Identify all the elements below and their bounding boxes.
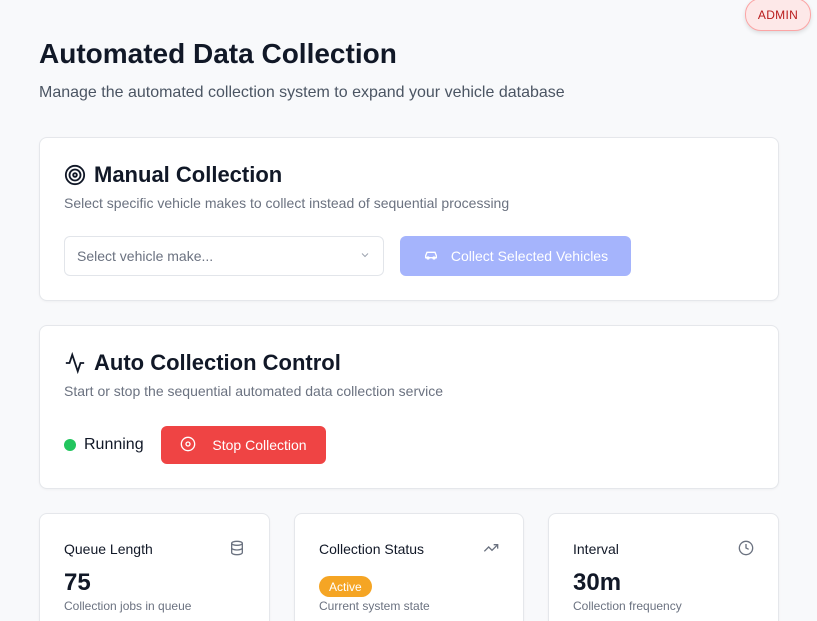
manual-collection-card: Manual Collection Select specific vehicl… [39, 137, 779, 301]
target-icon [64, 164, 86, 186]
manual-collection-title: Manual Collection [94, 162, 283, 187]
admin-badge[interactable]: ADMIN [745, 0, 811, 31]
chevron-down-icon [359, 248, 371, 264]
page-subtitle: Manage the automated collection system t… [39, 84, 565, 101]
auto-collection-title: Auto Collection Control [94, 350, 341, 375]
vehicle-make-placeholder: Select vehicle make... [77, 248, 214, 264]
stop-collection-button[interactable]: Stop Collection [161, 426, 326, 464]
collect-selected-label: Collect Selected Vehicles [450, 248, 609, 264]
interval-value: 30m [573, 569, 622, 596]
interval-label: Interval [573, 541, 619, 557]
collection-status-card: Collection Status Active Current system … [294, 513, 524, 621]
activity-icon [64, 352, 86, 374]
auto-collection-description: Start or stop the sequential automated d… [64, 383, 443, 399]
interval-card: Interval 30m Collection frequency [548, 513, 779, 621]
database-icon [229, 540, 245, 556]
stop-collection-label: Stop Collection [212, 437, 307, 453]
queue-length-value: 75 [64, 569, 91, 596]
auto-collection-heading: Auto Collection Control [64, 350, 341, 376]
collection-status-indicator: Running [64, 426, 144, 464]
interval-sub: Collection frequency [573, 599, 682, 613]
status-dot [64, 439, 76, 451]
status-badge: Active [319, 576, 372, 597]
vehicle-make-select[interactable]: Select vehicle make... [64, 236, 384, 276]
page: ADMIN Automated Data Collection Manage t… [0, 0, 817, 621]
collection-status-label: Collection Status [319, 541, 425, 557]
page-title: Automated Data Collection [39, 38, 397, 69]
manual-collection-description: Select specific vehicle makes to collect… [64, 195, 510, 211]
auto-collection-card: Auto Collection Control Start or stop th… [39, 325, 779, 489]
queue-length-card: Queue Length 75 Collection jobs in queue [39, 513, 270, 621]
collect-selected-button[interactable]: Collect Selected Vehicles [400, 236, 631, 276]
collection-status-sub: Current system state [319, 599, 430, 613]
stop-circle-icon [180, 436, 196, 455]
clock-icon [738, 540, 754, 556]
trending-up-icon [483, 540, 499, 556]
queue-length-sub: Collection jobs in queue [64, 599, 192, 613]
queue-length-label: Queue Length [64, 541, 153, 557]
status-text: Running [84, 436, 144, 453]
manual-collection-heading: Manual Collection [64, 162, 282, 188]
car-icon [423, 247, 439, 266]
